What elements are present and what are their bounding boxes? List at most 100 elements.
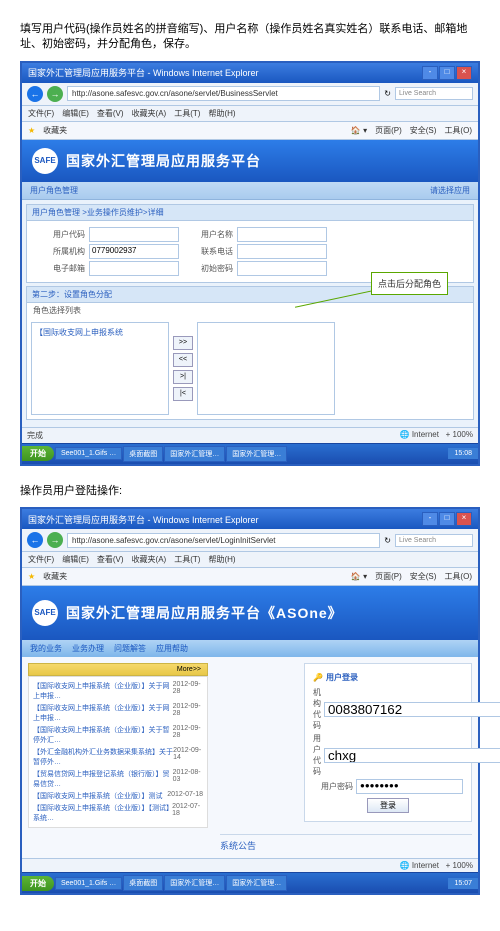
url-input[interactable]: http://asone.safesvc.gov.cn/asone/servle… [67,86,380,101]
minimize-button[interactable]: - [422,512,438,526]
system-tray[interactable]: 15:07 [448,878,478,889]
url-input[interactable]: http://asone.safesvc.gov.cn/asone/servle… [67,533,380,548]
taskbar-item[interactable]: 国家外汇管理… [164,446,225,462]
news-item[interactable]: 【国际收支网上申报系统（企业版）】测试2012-07-18 [33,790,203,802]
start-button[interactable]: 开始 [22,446,54,461]
news-item[interactable]: 【国际收支网上申报系统（企业版）】关于网上申报…2012-09-28 [33,702,203,724]
menu-help[interactable]: 帮助(H) [208,554,235,565]
news-item[interactable]: 【国际收支网上申报系统（企业版）】关于暂停外汇…2012-09-28 [33,724,203,746]
news-header: More>> [28,663,208,676]
menu-fav[interactable]: 收藏夹(A) [132,108,167,119]
home-btn[interactable]: 🏠 ▾ [351,126,367,135]
menu-edit[interactable]: 编辑(E) [62,554,89,565]
available-roles[interactable]: 【国际收支网上申报系统 [31,322,169,415]
move-all-left-button[interactable]: |< [173,387,193,401]
tab-help[interactable]: 应用帮助 [156,643,188,654]
menu-file[interactable]: 文件(F) [28,108,54,119]
refresh-icon[interactable]: ↻ [384,89,391,98]
system-tray[interactable]: 15:08 [448,448,478,459]
email-input[interactable] [89,261,179,276]
taskbar-item[interactable]: 桌面截图 [123,875,163,891]
assigned-roles[interactable] [197,322,335,415]
status-zoom[interactable]: + 100% [446,861,473,870]
news-item[interactable]: 【外汇金融机构外汇业务数据采集系统】关于暂停外…2012-09-14 [33,746,203,768]
login-pwd-input[interactable]: ●●●●●●●● [356,779,463,794]
titlebar: 国家外汇管理局应用服务平台 - Windows Internet Explore… [22,63,478,83]
news-more-link[interactable]: More>> [177,666,201,673]
safety-btn[interactable]: 安全(S) [410,571,437,582]
menu-edit[interactable]: 编辑(E) [62,108,89,119]
menu-tools[interactable]: 工具(T) [174,108,200,119]
menu-tools[interactable]: 工具(T) [174,554,200,565]
menu-view[interactable]: 查看(V) [97,108,124,119]
tray-time: 15:07 [454,880,472,887]
status-done: 完成 [27,430,43,441]
maximize-button[interactable]: □ [439,66,455,80]
news-item[interactable]: 【国际收支网上申报系统（企业版）】关于网上申报…2012-09-28 [33,680,203,702]
role-assign-area: 【国际收支网上申报系统 >> << >| |< [27,318,473,419]
status-zoom[interactable]: + 100% [446,430,473,439]
taskbar-item[interactable]: 国家外汇管理… [226,446,287,462]
tab-my-business[interactable]: 我的业务 [30,643,62,654]
login-header: 🔑用户登录 [313,672,463,683]
search-input[interactable]: Live Search [395,534,473,547]
menu-view[interactable]: 查看(V) [97,554,124,565]
menu-help[interactable]: 帮助(H) [208,108,235,119]
back-icon[interactable]: ← [27,532,43,548]
panel-title: 用户角色管理 >业务操作员维护>详细 [27,205,473,221]
user-name-label: 用户名称 [183,229,233,240]
pwd-input[interactable] [237,261,327,276]
close-button[interactable]: × [456,512,472,526]
forward-icon[interactable]: → [47,86,63,102]
nav-tab[interactable]: 用户角色管理 [30,185,78,196]
phone-input[interactable] [237,244,327,259]
start-button[interactable]: 开始 [22,876,54,891]
page-btn[interactable]: 页面(P) [375,571,402,582]
favorites-bar: ★ 收藏夹 🏠 ▾ 页面(P) 安全(S) 工具(O) [22,568,478,586]
login-content: More>> 【国际收支网上申报系统（企业版）】关于网上申报…2012-09-2… [22,657,478,858]
menu-file[interactable]: 文件(F) [28,554,54,565]
login-pwd-label: 用户密码 [313,781,353,792]
taskbar-item[interactable]: 国家外汇管理… [226,875,287,891]
move-right-button[interactable]: >> [173,336,193,350]
home-btn[interactable]: 🏠 ▾ [351,572,367,581]
login-box: 🔑用户登录 机构代码 用户代码 用户密码●●●●●●●● 登录 [304,663,472,822]
user-name-input[interactable] [237,227,327,242]
tools-btn[interactable]: 工具(O) [444,125,472,136]
tab-process[interactable]: 业务办理 [72,643,104,654]
maximize-button[interactable]: □ [439,512,455,526]
login-button[interactable]: 登录 [367,798,409,813]
titlebar: 国家外汇管理局应用服务平台 - Windows Internet Explore… [22,509,478,529]
user-code-input[interactable] [89,227,179,242]
safety-btn[interactable]: 安全(S) [410,125,437,136]
minimize-button[interactable]: - [422,66,438,80]
refresh-icon[interactable]: ↻ [384,536,391,545]
taskbar-item[interactable]: 国家外汇管理… [164,875,225,891]
news-column: More>> 【国际收支网上申报系统（企业版）】关于网上申报…2012-09-2… [22,657,214,858]
news-item[interactable]: 【贸易信贷网上申报登记系统（银行版）】贸易信贷…2012-08-03 [33,768,203,790]
favorites-label[interactable]: 收藏夹 [43,125,67,136]
close-button[interactable]: × [456,66,472,80]
role-item[interactable]: 【国际收支网上申报系统 [35,326,165,339]
tab-faq[interactable]: 问题解答 [114,643,146,654]
back-icon[interactable]: ← [27,86,43,102]
favorites-icon[interactable]: ★ [28,126,35,135]
favorites-label[interactable]: 收藏夹 [43,571,67,582]
forward-icon[interactable]: → [47,532,63,548]
window-controls: - □ × [422,66,472,80]
news-item[interactable]: 【国际收支网上申报系统（企业版）】【测试】系统…2012-07-18 [33,802,203,824]
page-btn[interactable]: 页面(P) [375,125,402,136]
login-org-input[interactable] [324,702,500,717]
tools-btn[interactable]: 工具(O) [444,571,472,582]
menu-fav[interactable]: 收藏夹(A) [132,554,167,565]
move-all-right-button[interactable]: >| [173,370,193,384]
menu-bar: 文件(F) 编辑(E) 查看(V) 收藏夹(A) 工具(T) 帮助(H) [22,106,478,122]
search-input[interactable]: Live Search [395,87,473,100]
taskbar-item[interactable]: 桌面截图 [123,446,163,462]
ie-window-2: 国家外汇管理局应用服务平台 - Windows Internet Explore… [20,507,480,895]
favorites-icon[interactable]: ★ [28,572,35,581]
login-user-input[interactable] [324,748,500,763]
taskbar-item[interactable]: See001_1.Gifs … [55,877,122,890]
move-left-button[interactable]: << [173,353,193,367]
taskbar-item[interactable]: See001_1.Gifs … [55,447,122,460]
